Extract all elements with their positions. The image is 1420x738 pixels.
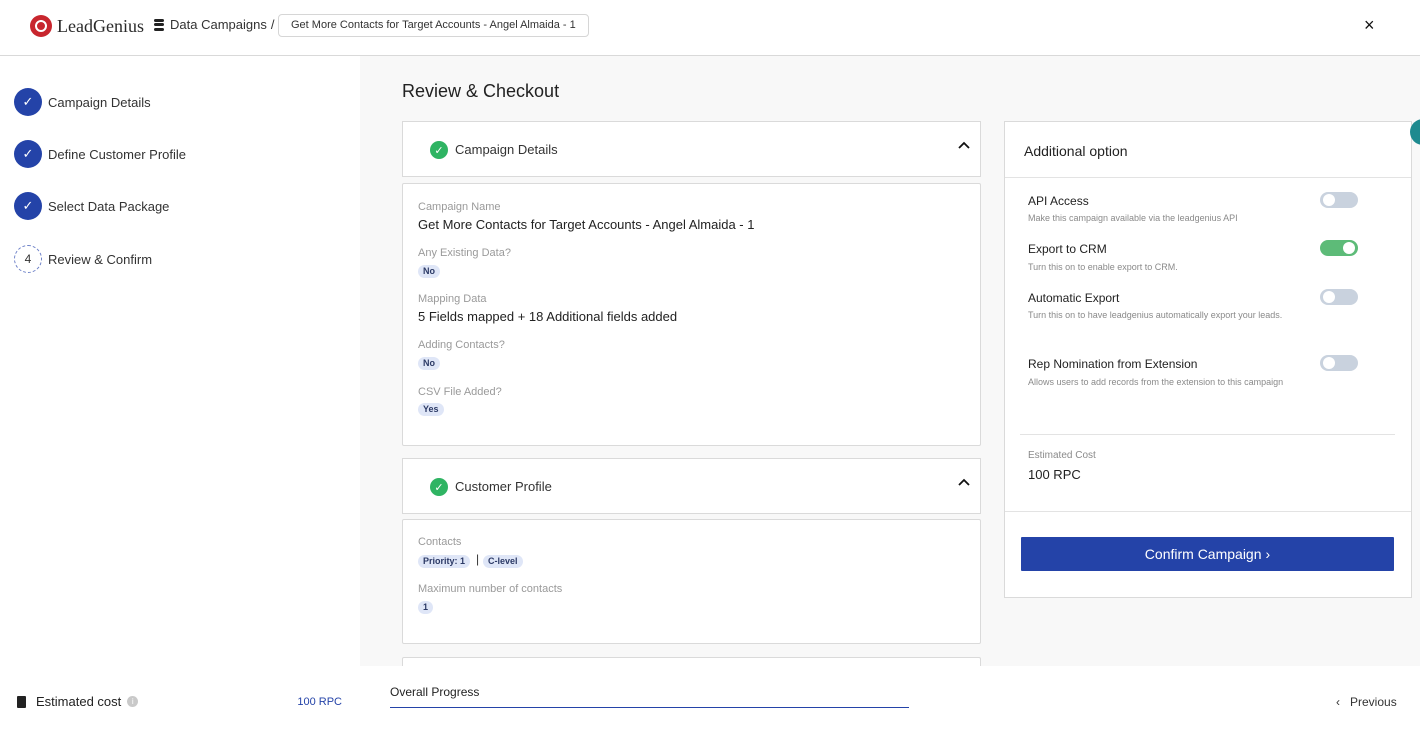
max-contacts-label: Maximum number of contacts [418, 583, 563, 595]
existing-data-chip: No [418, 265, 440, 278]
main-content: Review & Checkout ✓ Campaign Details Cam… [360, 56, 1420, 738]
chevron-up-icon[interactable] [958, 140, 970, 152]
rep-nomination-label: Rep Nomination from Extension [1028, 357, 1198, 371]
automatic-export-label: Automatic Export [1028, 291, 1120, 305]
leadgenius-logo[interactable]: LeadGenius [30, 15, 144, 37]
panel-estimated-cost-label: Estimated Cost [1028, 450, 1096, 461]
section-title: Customer Profile [455, 479, 552, 494]
step-select-data-package[interactable]: ✓ Select Data Package [14, 192, 169, 220]
chip-separator: | [476, 552, 480, 566]
step-label: Campaign Details [48, 94, 151, 110]
database-icon [154, 18, 164, 31]
panel-title: Additional option [1024, 143, 1128, 159]
export-to-crm-toggle[interactable] [1320, 240, 1358, 256]
step-label: Select Data Package [48, 198, 170, 214]
panel-estimated-cost-value: 100 RPC [1028, 467, 1081, 482]
priority-chip: Priority: 1 [418, 555, 471, 568]
check-circle-icon: ✓ [430, 141, 448, 159]
steps-sidebar: ✓ Campaign Details ✓ Define Customer Pro… [0, 56, 360, 738]
check-circle-icon: ✓ [430, 478, 448, 496]
api-access-toggle[interactable] [1320, 192, 1358, 208]
confirm-campaign-label: Confirm Campaign [1144, 546, 1262, 562]
estimated-cost-value: 100 RPC [297, 695, 342, 708]
sidebar-estimated-cost: Estimated cost i 100 RPC [17, 694, 342, 709]
footer-bar: Overall Progress ‹ Previous [360, 666, 1420, 738]
info-icon[interactable]: i [127, 696, 139, 707]
breadcrumb-data-campaigns[interactable]: Data Campaigns [170, 17, 267, 32]
automatic-export-toggle[interactable] [1320, 289, 1358, 305]
overall-progress-bar [390, 707, 909, 708]
automatic-export-description: Turn this on to have leadgenius automati… [1028, 310, 1283, 320]
previous-label: Previous [1350, 695, 1397, 709]
api-access-label: API Access [1028, 194, 1089, 208]
adding-contacts-chip: No [418, 357, 440, 370]
close-button[interactable]: × [1364, 15, 1375, 36]
api-access-description: Make this campaign available via the lea… [1028, 213, 1238, 223]
document-icon [17, 695, 26, 708]
step-label: Review & Confirm [48, 251, 153, 267]
contacts-label: Contacts [418, 536, 462, 548]
section-title: Campaign Details [455, 142, 558, 157]
csv-file-label: CSV File Added? [418, 386, 502, 398]
divider [1005, 177, 1411, 178]
chevron-up-icon[interactable] [958, 477, 970, 489]
max-contacts-chip: 1 [418, 601, 434, 614]
campaign-details-body: Campaign Name Get More Contacts for Targ… [402, 183, 981, 446]
csv-file-chip: Yes [418, 403, 444, 416]
top-header: LeadGenius Data Campaigns / Get More Con… [0, 0, 1420, 56]
leadgenius-logo-icon [30, 15, 52, 37]
check-icon: ✓ [14, 192, 42, 220]
step-number: 4 [14, 245, 42, 273]
step-label: Define Customer Profile [48, 146, 186, 162]
previous-button[interactable]: ‹ Previous [1336, 695, 1397, 709]
divider [1005, 511, 1411, 512]
campaign-name-label: Campaign Name [418, 201, 501, 213]
confirm-campaign-button[interactable]: Confirm Campaign › [1021, 537, 1394, 571]
overall-progress-label: Overall Progress [390, 685, 480, 699]
mapping-data-label: Mapping Data [418, 293, 487, 305]
check-icon: ✓ [14, 88, 42, 116]
estimated-cost-label: Estimated cost [36, 694, 122, 709]
chevron-left-icon: ‹ [1336, 695, 1340, 709]
logo-text: LeadGenius [57, 15, 144, 36]
additional-options-panel: Additional option API Access Make this c… [1004, 121, 1412, 598]
step-campaign-details[interactable]: ✓ Campaign Details [14, 88, 151, 116]
page-title: Review & Checkout [402, 81, 560, 101]
step-define-customer-profile[interactable]: ✓ Define Customer Profile [14, 140, 186, 168]
export-to-crm-label: Export to CRM [1028, 242, 1107, 256]
breadcrumb-current-campaign: Get More Contacts for Target Accounts - … [278, 14, 589, 37]
mapping-data-value: 5 Fields mapped + 18 Additional fields a… [418, 309, 678, 324]
rep-nomination-description: Allows users to add records from the ext… [1028, 377, 1284, 387]
customer-profile-body: Contacts Priority: 1 | C-level Maximum n… [402, 519, 981, 644]
check-icon: ✓ [14, 140, 42, 168]
existing-data-label: Any Existing Data? [418, 247, 511, 259]
divider [1020, 434, 1395, 435]
level-chip: C-level [483, 555, 523, 568]
breadcrumb-separator: / [270, 17, 275, 32]
campaign-details-header[interactable]: ✓ Campaign Details [402, 121, 981, 177]
export-to-crm-description: Turn this on to enable export to CRM. [1028, 262, 1178, 272]
step-review-confirm[interactable]: 4 Review & Confirm [14, 245, 152, 273]
breadcrumb: Data Campaigns / [154, 17, 274, 32]
chevron-right-icon: › [1265, 546, 1271, 562]
campaign-name-value: Get More Contacts for Target Accounts - … [418, 217, 755, 232]
adding-contacts-label: Adding Contacts? [418, 339, 505, 351]
rep-nomination-toggle[interactable] [1320, 355, 1358, 371]
customer-profile-header[interactable]: ✓ Customer Profile [402, 458, 981, 514]
